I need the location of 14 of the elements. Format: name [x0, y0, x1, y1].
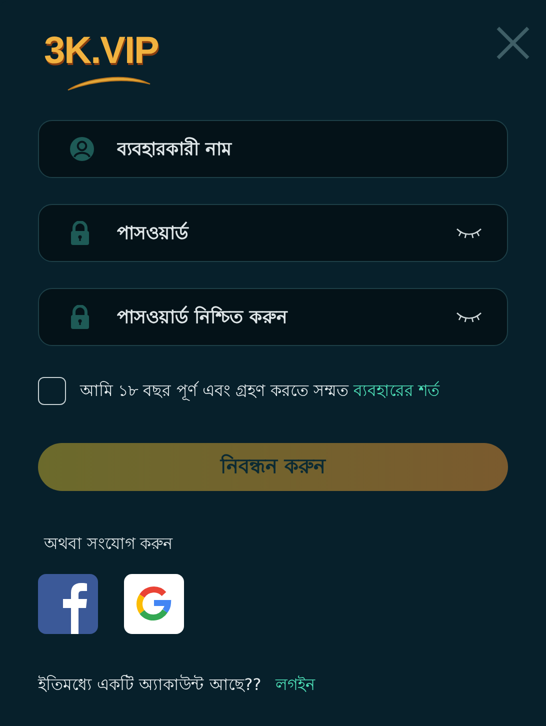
input-field[interactable]: পাসওয়ার্ড — [38, 204, 508, 262]
input-field[interactable]: পাসওয়ার্ড নিশ্চিত করুন — [38, 288, 508, 346]
close-icon[interactable] — [496, 26, 530, 60]
facebook-button[interactable] — [38, 574, 98, 634]
social-heading: অথবা সংযোগ করুন — [44, 533, 174, 555]
checkbox[interactable] — [38, 377, 66, 405]
closed-eye-icon[interactable] — [456, 227, 482, 239]
logo-text: 3K.VIP — [44, 32, 158, 70]
account-question: ইতিমধ্যে একটি অ্যাকাউন্ট আছে?? — [38, 674, 262, 696]
terms-link[interactable]: ব্যবহারের শর্ত — [354, 378, 440, 404]
closed-eye-icon[interactable] — [456, 311, 482, 323]
google-button[interactable] — [124, 574, 184, 634]
agreement-text: আমি ১৮ বছর পূর্ণ এবং গ্রহণ করতে সম্মত — [80, 380, 349, 403]
login-link[interactable]: লগইন — [275, 672, 316, 699]
